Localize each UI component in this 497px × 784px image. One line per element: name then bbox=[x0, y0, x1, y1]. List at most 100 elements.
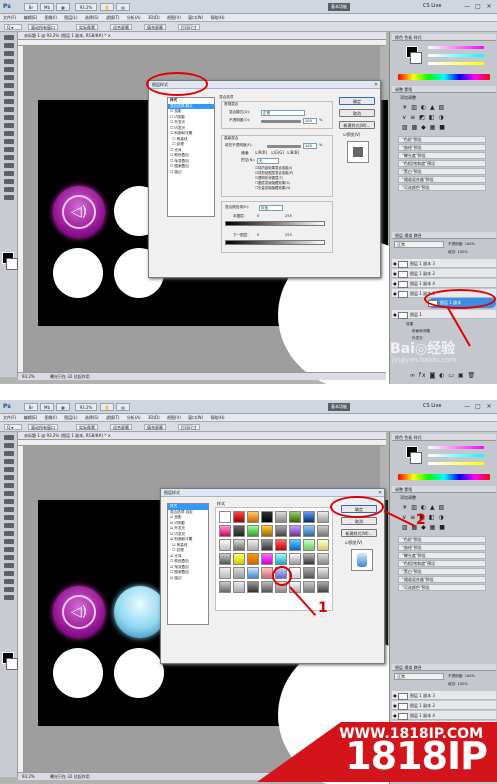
cancel-button[interactable]: 取消 bbox=[341, 517, 377, 525]
move-tool-icon[interactable] bbox=[4, 435, 14, 440]
opacity-input[interactable]: 100 bbox=[303, 118, 317, 124]
minibridge-button[interactable]: Mb bbox=[40, 3, 54, 11]
menu-filter[interactable]: 滤镜(T) bbox=[106, 415, 120, 421]
brush-tool-icon[interactable] bbox=[4, 491, 14, 496]
arrange-documents-button[interactable]: ▤ bbox=[116, 403, 130, 411]
preset-black-white[interactable]: "黑白"预设 bbox=[398, 168, 486, 175]
this-layer-gradient[interactable] bbox=[225, 221, 325, 226]
ok-button[interactable]: 确定 bbox=[339, 97, 375, 105]
close-button[interactable]: ✕ bbox=[485, 3, 493, 10]
hand-tool-icon[interactable] bbox=[4, 587, 14, 592]
style-preset-swatch[interactable] bbox=[317, 539, 329, 551]
quick-select-tool-icon[interactable] bbox=[4, 59, 14, 64]
style-preset-swatch[interactable] bbox=[233, 511, 245, 523]
tab-paths[interactable]: 路径 bbox=[414, 665, 422, 670]
adjustment-icons-row2[interactable]: ∨ ≡ ◩ ◧ ◑ bbox=[402, 114, 445, 121]
zoom-tool-icon[interactable] bbox=[4, 595, 14, 600]
gradient-tool-icon[interactable] bbox=[4, 123, 14, 128]
arrange-documents-button[interactable]: ▤ bbox=[116, 3, 130, 11]
fit-screen-button[interactable]: 适合屏幕 bbox=[110, 424, 132, 430]
layer-row[interactable]: ●图层 1 副本 2 bbox=[392, 269, 496, 278]
adjust-panel-tabs[interactable]: 调整 蒙版 bbox=[392, 86, 496, 93]
style-preset-swatch[interactable] bbox=[233, 539, 245, 551]
fill-opacity-slider[interactable] bbox=[267, 145, 301, 148]
minimize-button[interactable]: — bbox=[463, 3, 471, 10]
blur-tool-icon[interactable] bbox=[4, 531, 14, 536]
style-preset-swatch[interactable] bbox=[303, 581, 315, 593]
style-preset-swatch[interactable] bbox=[317, 511, 329, 523]
document-tab[interactable]: 未标题-1 @ 93.2% (图层 1 副本, RGB/8#) * ✕ bbox=[18, 432, 386, 440]
move-tool-icon[interactable] bbox=[4, 35, 14, 40]
actual-pixels-button[interactable]: 实际像素 bbox=[76, 424, 98, 430]
background-color-swatch[interactable] bbox=[6, 258, 18, 270]
style-preset-swatch[interactable] bbox=[219, 539, 231, 551]
style-preset-swatch[interactable] bbox=[247, 525, 259, 537]
layer-footer-icons[interactable]: ∞ fx ◙ ◐ ▭ ▣ 🗑 bbox=[410, 372, 476, 379]
dialog-close-icon[interactable]: ✕ bbox=[377, 490, 383, 496]
minibridge-button[interactable]: Mb bbox=[40, 403, 54, 411]
tab-styles[interactable]: 样式 bbox=[414, 35, 422, 40]
style-preset-swatch[interactable] bbox=[219, 525, 231, 537]
menu-help[interactable]: 帮助(H) bbox=[210, 15, 224, 21]
menu-select[interactable]: 选择(S) bbox=[85, 415, 99, 421]
menu-edit[interactable]: 编辑(E) bbox=[24, 415, 38, 421]
view-extras-button[interactable]: ▦ bbox=[56, 3, 70, 11]
actual-pixels-button[interactable]: 实际像素 bbox=[76, 24, 98, 30]
style-preset-swatch[interactable] bbox=[289, 539, 301, 551]
zoom-level-field[interactable]: 93.2% bbox=[75, 403, 97, 411]
healing-tool-icon[interactable] bbox=[4, 483, 14, 488]
layers-panel-tabs[interactable]: 图层 通道 路径 bbox=[392, 232, 496, 239]
layer-row[interactable]: ●图层 1 副本 4 bbox=[392, 711, 496, 720]
lasso-tool-icon[interactable] bbox=[4, 51, 14, 56]
channel-g-checkbox[interactable]: ☑G(G) bbox=[271, 150, 284, 156]
zoom-tool-icon[interactable] bbox=[4, 195, 14, 200]
hand-tool-icon[interactable] bbox=[4, 187, 14, 192]
dialog-close-icon[interactable]: ✕ bbox=[373, 82, 379, 88]
background-color-swatch[interactable] bbox=[6, 658, 18, 670]
layer-row[interactable]: ●图层 1 bbox=[392, 310, 496, 319]
zoom-level-field[interactable]: 93.2% bbox=[75, 3, 97, 11]
style-preset-swatch[interactable] bbox=[303, 539, 315, 551]
layer-blend-mode-select[interactable]: 正常 bbox=[394, 673, 444, 680]
color-slider-b[interactable] bbox=[428, 62, 484, 65]
tab-swatches[interactable]: 色板 bbox=[404, 435, 412, 440]
style-preset-swatch[interactable] bbox=[247, 539, 259, 551]
scroll-all-windows-checkbox[interactable]: 滚动所有窗口 bbox=[28, 424, 58, 430]
tab-channels[interactable]: 通道 bbox=[404, 233, 412, 238]
layer-fill[interactable]: 填充: 100% bbox=[448, 682, 468, 687]
list-item[interactable]: ☐ 描边 bbox=[168, 170, 214, 176]
eraser-tool-icon[interactable] bbox=[4, 515, 14, 520]
style-preset-swatch[interactable] bbox=[219, 553, 231, 565]
tab-layers[interactable]: 图层 bbox=[395, 665, 403, 670]
menu-file[interactable]: 文件(F) bbox=[3, 15, 16, 21]
style-preset-swatch[interactable] bbox=[261, 525, 273, 537]
dodge-tool-icon[interactable] bbox=[4, 139, 14, 144]
menu-filter[interactable]: 滤镜(T) bbox=[106, 15, 120, 21]
style-preset-swatch[interactable] bbox=[275, 553, 287, 565]
type-tool-icon[interactable] bbox=[4, 555, 14, 560]
menu-layer[interactable]: 图层(L) bbox=[64, 15, 77, 21]
shape-tool-icon[interactable] bbox=[4, 171, 14, 176]
vector-mask-hides-checkbox[interactable]: ☐矢量蒙版隐藏效果(H) bbox=[255, 185, 290, 191]
style-preset-swatch[interactable] bbox=[233, 567, 245, 579]
style-preset-swatch[interactable] bbox=[261, 511, 273, 523]
style-preset-swatch[interactable] bbox=[275, 511, 287, 523]
style-preset-swatch[interactable] bbox=[275, 539, 287, 551]
style-preset-swatch[interactable] bbox=[233, 525, 245, 537]
style-preset-swatch[interactable] bbox=[261, 581, 273, 593]
marquee-tool-icon[interactable] bbox=[4, 43, 14, 48]
color-slider-r[interactable] bbox=[428, 446, 484, 449]
quick-select-tool-icon[interactable] bbox=[4, 459, 14, 464]
bridge-button[interactable]: Br bbox=[24, 3, 38, 11]
preset-hue-saturation[interactable]: "色相/饱和度"预设 bbox=[398, 560, 486, 567]
style-preset-swatch[interactable] bbox=[219, 511, 231, 523]
lasso-tool-icon[interactable] bbox=[4, 451, 14, 456]
path-select-tool-icon[interactable] bbox=[4, 163, 14, 168]
fill-screen-button[interactable]: 填充屏幕 bbox=[144, 424, 166, 430]
knockout-select[interactable]: 无 bbox=[257, 158, 279, 164]
preset-curves[interactable]: "曲线"预设 bbox=[398, 544, 486, 551]
menu-select[interactable]: 选择(S) bbox=[85, 15, 99, 21]
shape-tool-icon[interactable] bbox=[4, 571, 14, 576]
color-slider-g[interactable] bbox=[428, 454, 484, 457]
menu-view[interactable]: 视图(V) bbox=[167, 15, 181, 21]
